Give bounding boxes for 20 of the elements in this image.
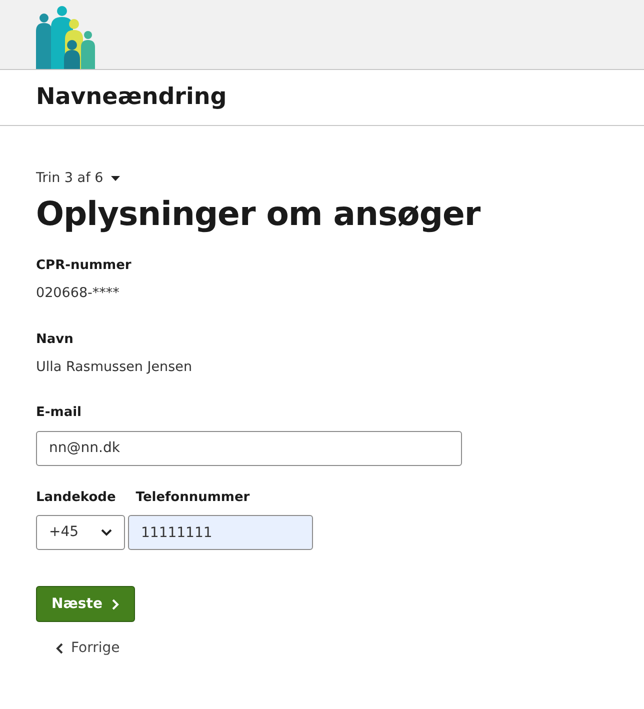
field-label: Navn bbox=[36, 330, 74, 349]
step-dropdown[interactable]: Trin 3 af 6 bbox=[36, 168, 120, 188]
field-value: Ulla Rasmussen Jensen bbox=[36, 358, 194, 378]
chevron-down-icon bbox=[101, 529, 112, 536]
field-label: CPR-nummer bbox=[36, 256, 132, 275]
chevron-right-icon bbox=[112, 598, 120, 610]
page-heading: Oplysninger om ansøger bbox=[36, 194, 482, 234]
caret-icon bbox=[111, 176, 120, 181]
chevron-left-icon bbox=[56, 643, 63, 654]
page-title: Navneændring bbox=[36, 84, 227, 112]
field-value: 020668-**** bbox=[36, 284, 120, 304]
phone-field[interactable]: 11111111 bbox=[128, 515, 313, 550]
field-label: E-mail bbox=[36, 404, 83, 422]
back-link[interactable]: Forrige bbox=[56, 638, 120, 660]
next-button[interactable]: Næste bbox=[36, 586, 135, 622]
email-field[interactable]: nn@nn.dk bbox=[36, 430, 462, 466]
logo bbox=[36, 5, 98, 69]
field-label: Landekode bbox=[36, 488, 116, 507]
country-code-select[interactable]: +45 bbox=[36, 515, 125, 550]
field-label: Telefonnummer bbox=[136, 488, 250, 507]
